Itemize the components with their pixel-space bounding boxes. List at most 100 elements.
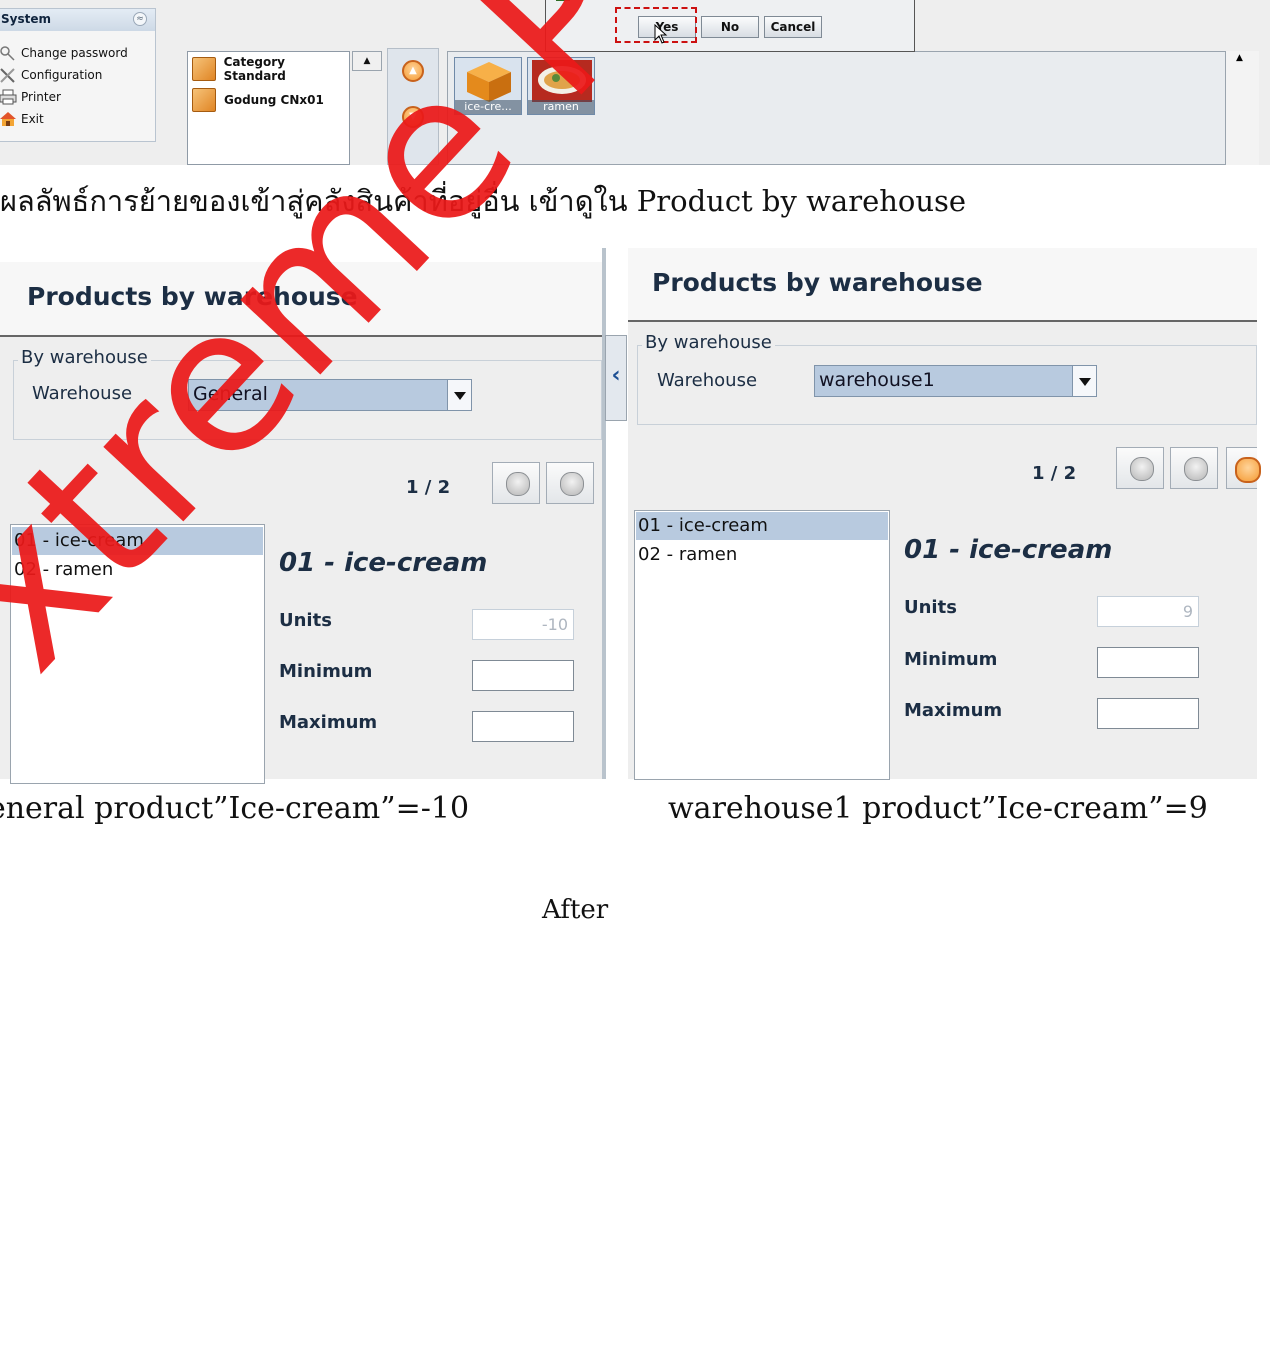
nav-disabled-icon bbox=[560, 472, 584, 496]
list-item[interactable]: 01 - ice-cream bbox=[12, 527, 263, 555]
cancel-button[interactable]: Cancel bbox=[764, 16, 822, 38]
category-nav-column: ▲ ▼ bbox=[387, 48, 439, 165]
nav-disabled-icon bbox=[1184, 457, 1208, 481]
menu-item-label: Exit bbox=[21, 112, 44, 126]
menu-item-printer[interactable]: Printer bbox=[0, 86, 61, 108]
minimum-field[interactable] bbox=[1097, 647, 1199, 678]
menu-item-change-password[interactable]: Change password bbox=[0, 42, 128, 64]
prev-button[interactable] bbox=[492, 462, 540, 504]
prev-button[interactable] bbox=[1116, 447, 1164, 489]
panel-title: Products by warehouse bbox=[652, 268, 983, 297]
product-caption: ice-cre... bbox=[455, 100, 521, 114]
warehouse-select[interactable]: General bbox=[188, 379, 472, 411]
fieldset-legend: By warehouse bbox=[642, 332, 775, 353]
caption-after: After bbox=[542, 895, 609, 925]
menu-item-label: Configuration bbox=[21, 68, 103, 82]
product-list: 01 - ice-cream 02 - ramen bbox=[10, 524, 265, 784]
scroll-up-arrow-icon: ▲ bbox=[1236, 53, 1243, 63]
category-label: Category Standard bbox=[223, 55, 286, 83]
selected-product-name: 01 - ice-cream bbox=[904, 535, 1113, 565]
list-item[interactable]: 02 - ramen bbox=[636, 541, 888, 569]
product-tile-ice-cream[interactable]: ice-cre... bbox=[454, 57, 522, 115]
fieldset-legend: By warehouse bbox=[18, 347, 151, 368]
ramen-icon bbox=[532, 60, 592, 102]
warehouse-value: General bbox=[193, 383, 268, 405]
tools-icon bbox=[0, 67, 17, 83]
list-item[interactable]: 01 - ice-cream bbox=[636, 512, 888, 540]
products-by-warehouse-panel-warehouse1: Products by warehouse By warehouse Wareh… bbox=[628, 248, 1261, 780]
dropdown-arrow-icon[interactable] bbox=[1072, 366, 1096, 396]
units-field: -10 bbox=[472, 609, 574, 640]
dropdown-arrow-icon[interactable] bbox=[447, 380, 471, 410]
system-panel-title: System bbox=[1, 12, 51, 26]
thai-description: ผลลัพธ์การย้ายของเข้าสู่คลังสินค้าที่อยู… bbox=[0, 184, 967, 218]
panel-header: Products by warehouse bbox=[628, 248, 1257, 321]
category-book-icon bbox=[192, 88, 216, 112]
units-label: Units bbox=[904, 597, 957, 618]
menu-item-exit[interactable]: Exit bbox=[0, 108, 44, 130]
next-button[interactable] bbox=[546, 462, 594, 504]
product-tile-ramen[interactable]: ramen bbox=[527, 57, 595, 115]
maximum-label: Maximum bbox=[904, 700, 1003, 721]
maximum-field[interactable] bbox=[472, 711, 574, 742]
list-item[interactable]: 02 - ramen bbox=[12, 556, 263, 584]
dialog-icon bbox=[556, 0, 570, 1]
product-caption: ramen bbox=[528, 100, 594, 114]
printer-icon bbox=[0, 89, 17, 105]
split-divider[interactable] bbox=[602, 248, 606, 779]
nav-down-button[interactable]: ▼ bbox=[402, 106, 424, 128]
by-warehouse-fieldset: By warehouse Warehouse General bbox=[13, 347, 602, 440]
edit-button[interactable] bbox=[1226, 447, 1261, 489]
category-label: Godung CNx01 bbox=[224, 93, 324, 107]
next-button[interactable] bbox=[1170, 447, 1218, 489]
page-indicator: 1 / 2 bbox=[406, 477, 451, 498]
minimum-label: Minimum bbox=[279, 661, 373, 682]
nav-disabled-icon bbox=[1130, 457, 1154, 481]
home-icon bbox=[0, 111, 17, 127]
menu-item-configuration[interactable]: Configuration bbox=[0, 64, 102, 86]
warehouse-value: warehouse1 bbox=[819, 369, 935, 391]
selected-product-name: 01 - ice-cream bbox=[279, 548, 488, 578]
warehouse-label: Warehouse bbox=[32, 383, 133, 404]
box-icon bbox=[467, 62, 511, 102]
category-scroll-up-button[interactable]: ▲ bbox=[352, 51, 382, 71]
product-scrollbar[interactable]: ▲ bbox=[1225, 51, 1259, 165]
title-separator bbox=[0, 335, 602, 337]
nav-active-icon bbox=[1235, 457, 1261, 483]
mouse-cursor-icon bbox=[654, 24, 668, 44]
title-separator bbox=[628, 320, 1257, 322]
confirm-dialog: Yes No Cancel bbox=[545, 0, 915, 52]
collapse-up-icon[interactable]: ≈ bbox=[133, 12, 147, 26]
nav-disabled-icon bbox=[506, 472, 530, 496]
category-book-icon bbox=[192, 57, 216, 81]
caption-warehouse1: warehouse1 product”Ice-cream”=9 bbox=[668, 791, 1208, 826]
menu-item-label: Change password bbox=[21, 46, 128, 60]
pos-screenshot-strip: System ≈ Change password Configuration P… bbox=[0, 0, 1270, 165]
panel-header: Products by warehouse bbox=[0, 262, 602, 336]
maximum-field[interactable] bbox=[1097, 698, 1199, 729]
by-warehouse-fieldset: By warehouse Warehouse warehouse1 bbox=[637, 332, 1257, 425]
page-indicator: 1 / 2 bbox=[1032, 463, 1077, 484]
product-list: 01 - ice-cream 02 - ramen bbox=[634, 510, 890, 780]
minimum-label: Minimum bbox=[904, 649, 998, 670]
products-by-warehouse-panel-general: Products by warehouse By warehouse Wareh… bbox=[0, 262, 602, 784]
category-list: Category Standard Godung CNx01 bbox=[187, 51, 350, 165]
product-grid: ice-cre... ramen ▲ bbox=[447, 51, 1259, 165]
collapse-left-icon[interactable]: ‹ bbox=[605, 335, 627, 421]
nav-up-button[interactable]: ▲ bbox=[402, 60, 424, 82]
system-panel: System ≈ Change password Configuration P… bbox=[0, 8, 156, 142]
units-field: 9 bbox=[1097, 596, 1199, 627]
category-item[interactable]: Category Standard bbox=[192, 55, 349, 83]
caption-general: General product”Ice-cream”=-10 bbox=[0, 791, 470, 826]
menu-item-label: Printer bbox=[21, 90, 61, 104]
warehouse-select[interactable]: warehouse1 bbox=[814, 365, 1097, 397]
system-panel-header[interactable]: System bbox=[0, 9, 155, 31]
panel-title: Products by warehouse bbox=[27, 282, 358, 311]
warehouse-label: Warehouse bbox=[657, 370, 758, 391]
category-item[interactable]: Godung CNx01 bbox=[192, 86, 324, 114]
minimum-field[interactable] bbox=[472, 660, 574, 691]
key-icon bbox=[0, 45, 17, 61]
no-button[interactable]: No bbox=[701, 16, 759, 38]
maximum-label: Maximum bbox=[279, 712, 378, 733]
units-label: Units bbox=[279, 610, 332, 631]
